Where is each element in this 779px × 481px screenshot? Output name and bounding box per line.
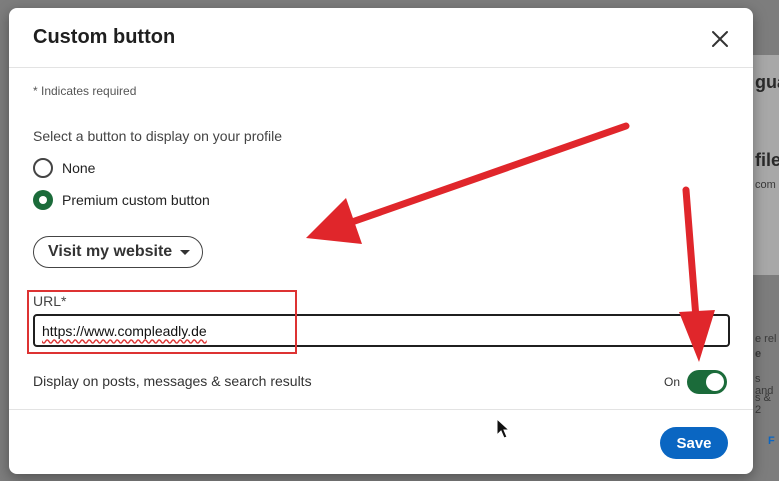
dropdown-selected-value: Visit my website xyxy=(48,243,173,260)
annotation-highlight-box xyxy=(27,290,297,354)
close-button[interactable] xyxy=(705,24,735,54)
chevron-down-icon xyxy=(180,249,191,255)
close-icon xyxy=(712,31,728,47)
background-text: e xyxy=(755,348,762,360)
background-text: file xyxy=(755,150,779,170)
toggle-state-text: On xyxy=(664,375,681,389)
radio-button[interactable] xyxy=(33,190,53,210)
dialog-title: Custom button xyxy=(33,26,176,48)
background-text: F xyxy=(768,435,775,447)
background-text: s & 2 xyxy=(755,392,771,416)
radio-label: None xyxy=(62,160,96,176)
radio-option-premium-custom-button[interactable]: Premium custom button xyxy=(33,190,210,210)
background-text: com xyxy=(755,179,776,191)
footer-divider xyxy=(9,409,753,410)
toggle-knob xyxy=(706,373,724,391)
display-toggle[interactable] xyxy=(687,370,727,394)
radio-option-none[interactable]: None xyxy=(33,158,95,178)
select-button-label: Select a button to display on your profi… xyxy=(33,128,283,144)
radio-label: Premium custom button xyxy=(62,192,210,208)
background-text: gua xyxy=(755,72,779,92)
display-toggle-label: Display on posts, messages & search resu… xyxy=(33,373,312,389)
required-note: * Indicates required xyxy=(33,84,137,98)
custom-button-dialog: Custom button * Indicates required Selec… xyxy=(9,8,753,474)
save-button[interactable]: Save xyxy=(660,427,728,459)
radio-button[interactable] xyxy=(33,158,53,178)
button-type-dropdown[interactable]: Visit my website xyxy=(33,236,204,268)
dialog-header: Custom button xyxy=(9,8,753,68)
background-text: e rel xyxy=(755,333,777,345)
